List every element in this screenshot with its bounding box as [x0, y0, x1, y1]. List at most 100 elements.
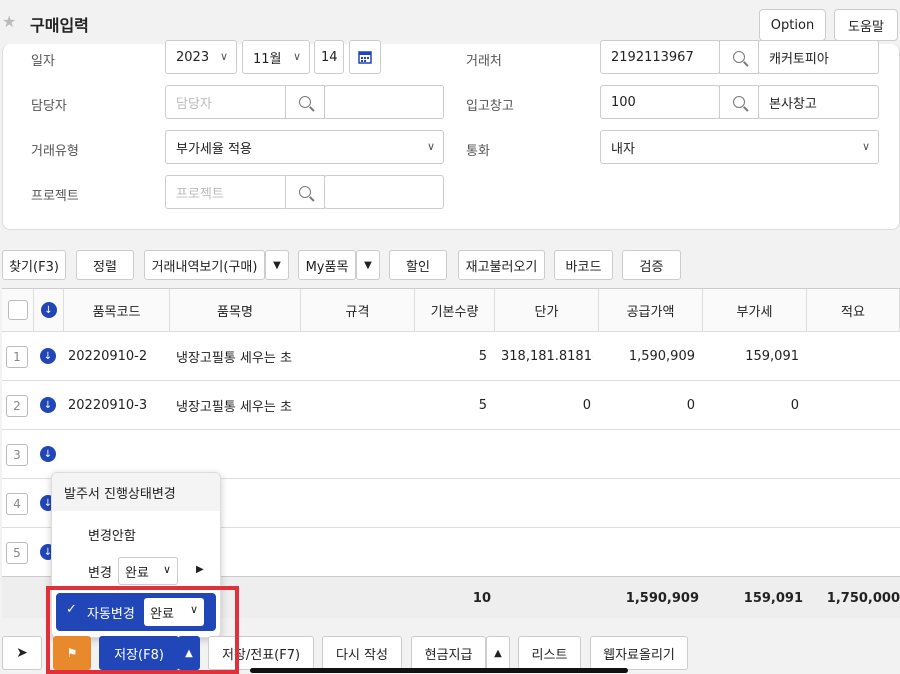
triangle-up-icon: ▲ — [494, 647, 502, 659]
select-all-cell[interactable] — [2, 289, 34, 331]
column-header-price[interactable]: 단가 — [495, 289, 599, 331]
project-search-button[interactable] — [285, 175, 325, 209]
find-button[interactable]: 찾기(F3) — [2, 250, 66, 280]
search-icon — [299, 186, 311, 198]
vendor-name-input[interactable]: 캐커토피아 — [758, 40, 879, 74]
column-header-note[interactable]: 적요 — [807, 289, 900, 331]
manager-label: 담당자 — [31, 99, 67, 114]
qty-cell[interactable]: 5 — [415, 332, 487, 381]
option-button[interactable]: Option — [759, 9, 826, 41]
arrow-down-icon[interactable]: ↓ — [40, 348, 56, 364]
supply-cell[interactable]: 0 — [599, 381, 695, 430]
manager-name-input[interactable] — [324, 85, 444, 119]
my-items-dropdown-button[interactable]: ▼ — [356, 250, 380, 280]
send-button[interactable]: ➤ — [2, 636, 42, 670]
row-number: 1 — [6, 346, 28, 368]
highlight-frame — [46, 586, 239, 674]
popup-title: 발주서 진행상태변경 — [52, 473, 220, 511]
triangle-down-icon: ▼ — [273, 259, 281, 271]
search-icon — [299, 96, 311, 108]
page-title: 구매입력 — [30, 16, 89, 35]
history-button[interactable]: 거래내역보기(구매) — [144, 250, 265, 280]
send-icon: ➤ — [16, 645, 28, 661]
chevron-down-icon: ∨ — [426, 140, 435, 153]
warehouse-code-input[interactable]: 100 — [600, 85, 720, 119]
table-row[interactable]: 1 ↓ 20220910-2 냉장고필통 세우는 초 5 318,181.818… — [2, 331, 900, 380]
day-input[interactable]: 14 — [314, 40, 344, 74]
select-all-checkbox[interactable] — [7, 300, 28, 320]
vendor-label: 거래처 — [466, 54, 502, 69]
project-code-input[interactable]: 프로젝트 — [165, 175, 287, 209]
table-row[interactable]: 3 ↓ — [2, 429, 900, 478]
change-status-select[interactable]: 완료 ∨ — [118, 557, 178, 585]
verify-button[interactable]: 검증 — [622, 250, 681, 280]
barcode-button[interactable]: 바코드 — [554, 250, 613, 280]
total-qty: 10 — [472, 591, 491, 606]
chevron-down-icon: ∨ — [162, 563, 171, 576]
stock-load-button[interactable]: 재고불러오기 — [458, 250, 545, 280]
price-cell[interactable]: 0 — [501, 381, 591, 430]
currency-select[interactable]: 내자 ∨ — [600, 130, 879, 164]
column-header-spec[interactable]: 규격 — [301, 289, 415, 331]
arrow-down-icon[interactable]: ↓ — [40, 302, 57, 318]
item-name-cell[interactable]: 냉장고필통 세우는 초 — [176, 332, 298, 381]
total-vat: 159,091 — [743, 591, 803, 606]
change-option-label[interactable]: 변경 — [88, 562, 112, 581]
vat-cell[interactable]: 159,091 — [703, 332, 799, 381]
row-number: 4 — [6, 493, 28, 515]
item-code-cell[interactable]: 20220910-3 — [68, 381, 147, 430]
qty-cell[interactable]: 5 — [415, 381, 487, 430]
vendor-code-input[interactable]: 2192113967 — [600, 40, 720, 74]
warehouse-name-input[interactable]: 본사창고 — [758, 85, 879, 119]
column-header-qty[interactable]: 기본수량 — [415, 289, 495, 331]
chevron-down-icon: ∨ — [861, 140, 870, 153]
supply-cell[interactable]: 1,590,909 — [599, 332, 695, 381]
list-button[interactable]: 리스트 — [518, 636, 581, 670]
column-header-item-name[interactable]: 품목명 — [170, 289, 301, 331]
table-row[interactable]: 2 ↓ 20220910-3 냉장고필통 세우는 초 5 0 0 0 — [2, 380, 900, 429]
grand-total: 1,750,000 — [826, 591, 900, 606]
total-supply: 1,590,909 — [625, 591, 699, 606]
row-number: 3 — [6, 444, 28, 466]
grid-toolbar: 찾기(F3) 정렬 거래내역보기(구매) ▼ My품목 ▼ 할인 재고불러오기 … — [0, 250, 900, 280]
column-header-vat[interactable]: 부가세 — [703, 289, 807, 331]
cash-dropdown-button[interactable]: ▲ — [486, 636, 510, 670]
arrow-down-icon[interactable]: ↓ — [40, 397, 56, 413]
entry-form: 일자 2023 ∨ 11월 ∨ 14 거래처 2192113967 캐커토피아 담당… — [2, 40, 900, 230]
my-items-button[interactable]: My품목 — [298, 250, 356, 280]
date-label: 일자 — [31, 54, 55, 69]
cash-button[interactable]: 현금지급 — [411, 636, 486, 670]
currency-label: 통화 — [466, 144, 490, 159]
column-header-item-code[interactable]: 품목코드 — [64, 289, 170, 331]
month-select[interactable]: 11월 ∨ — [242, 40, 310, 74]
trade-type-select[interactable]: 부가세율 적용 ∨ — [165, 130, 444, 164]
row-number: 5 — [6, 542, 28, 564]
manager-search-button[interactable] — [285, 85, 325, 119]
project-name-input[interactable] — [324, 175, 444, 209]
price-cell[interactable]: 318,181.81818 — [501, 332, 593, 381]
manager-code-input[interactable]: 담당자 — [165, 85, 287, 119]
favorite-star-icon[interactable]: ★ — [2, 12, 16, 31]
history-dropdown-button[interactable]: ▼ — [265, 250, 289, 280]
help-button[interactable]: 도움말 — [834, 9, 898, 41]
vat-cell[interactable]: 0 — [703, 381, 799, 430]
home-indicator — [250, 668, 628, 673]
item-name-cell[interactable]: 냉장고필통 세우는 초 — [176, 381, 298, 430]
calendar-button[interactable] — [349, 40, 381, 74]
no-change-option[interactable]: 변경안함 — [88, 525, 136, 544]
sort-button[interactable]: 정렬 — [76, 250, 134, 280]
submenu-arrow-icon[interactable]: ▶ — [196, 564, 204, 575]
discount-button[interactable]: 할인 — [389, 250, 447, 280]
warehouse-search-button[interactable] — [719, 85, 759, 119]
arrow-down-icon[interactable]: ↓ — [40, 446, 56, 462]
column-header-supply[interactable]: 공급가액 — [599, 289, 703, 331]
search-icon — [733, 96, 745, 108]
trade-type-label: 거래유형 — [31, 144, 79, 159]
calendar-icon — [358, 51, 372, 64]
vendor-search-button[interactable] — [719, 40, 759, 74]
warehouse-label: 입고창고 — [466, 99, 514, 114]
year-select[interactable]: 2023 ∨ — [165, 40, 237, 74]
web-upload-button[interactable]: 웹자료올리기 — [590, 636, 688, 670]
rewrite-button[interactable]: 다시 작성 — [322, 636, 402, 670]
item-code-cell[interactable]: 20220910-2 — [68, 332, 147, 381]
